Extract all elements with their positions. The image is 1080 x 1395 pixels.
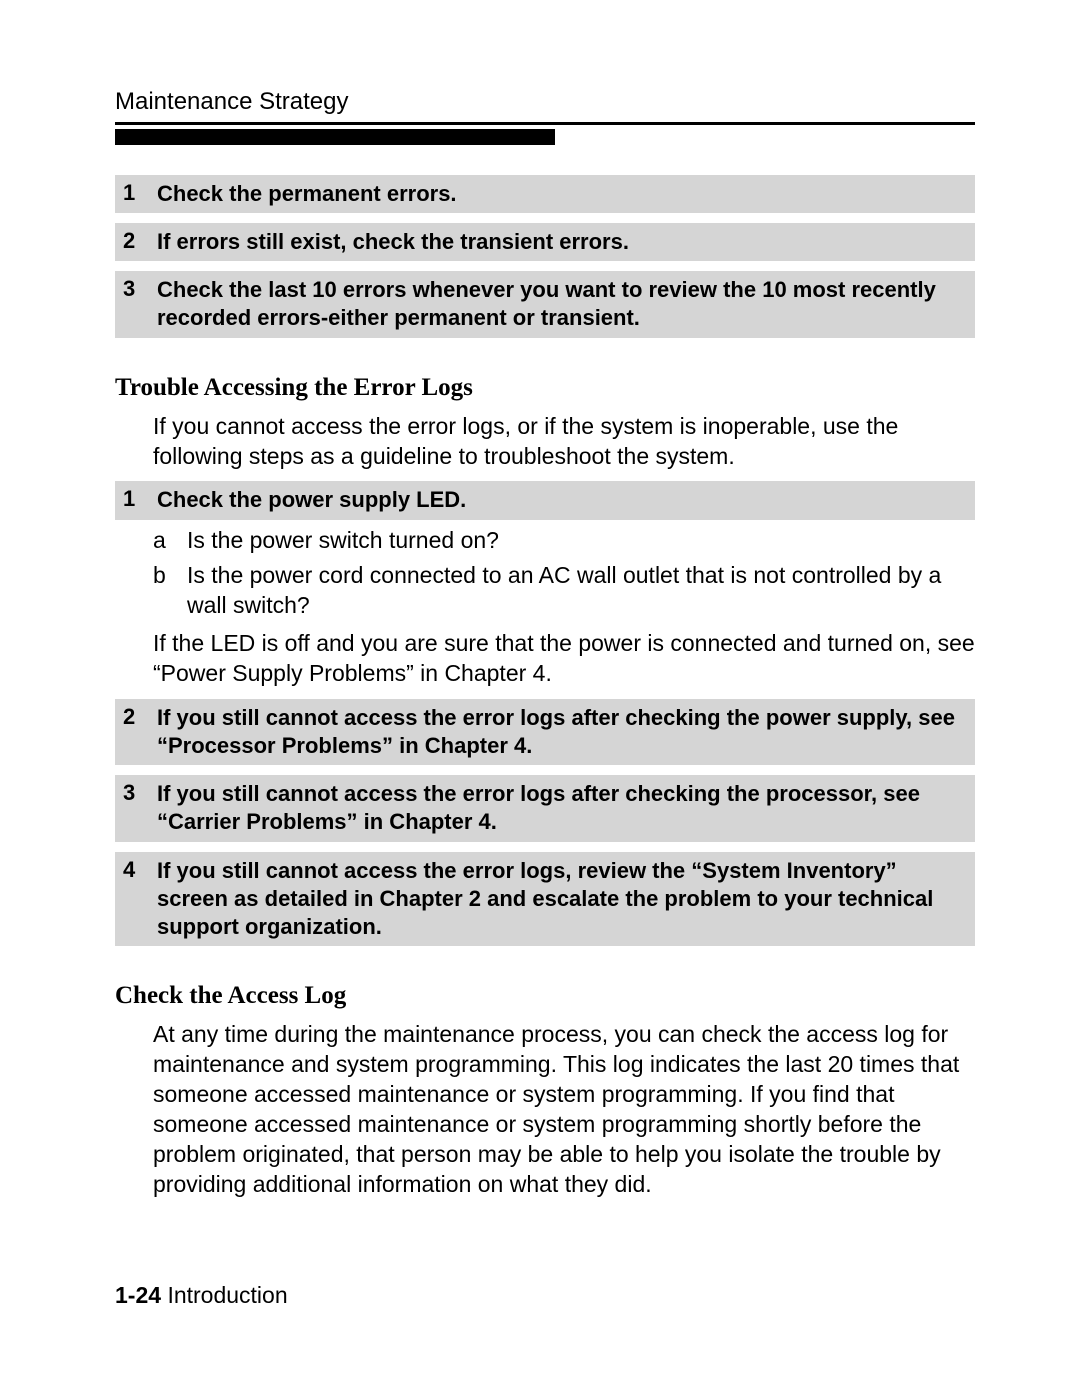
sub-letter: a [153, 526, 187, 556]
page-footer: 1-24 Introduction [115, 1282, 288, 1309]
footer-label: Introduction [167, 1282, 287, 1308]
sub-text: Is the power cord connected to an AC wal… [187, 561, 975, 621]
section1-after-sub: If the LED is off and you are sure that … [153, 629, 975, 689]
step-text: If errors still exist, check the transie… [157, 228, 629, 256]
header-rule [115, 122, 975, 125]
step-number: 2 [123, 704, 157, 730]
step-number: 2 [123, 228, 157, 254]
sub-list: a Is the power switch turned on? b Is th… [153, 526, 975, 622]
step-number: 1 [123, 486, 157, 512]
step-text: If you still cannot access the error log… [157, 704, 967, 760]
top-step-3: 3 Check the last 10 errors whenever you … [115, 271, 975, 337]
page-number: 1-24 [115, 1282, 161, 1308]
top-step-1: 1 Check the permanent errors. [115, 175, 975, 213]
sub-item-a: a Is the power switch turned on? [153, 526, 975, 556]
step-text: Check the permanent errors. [157, 180, 457, 208]
section-heading-trouble: Trouble Accessing the Error Logs [115, 374, 975, 402]
section2-para: At any time during the maintenance proce… [153, 1020, 975, 1199]
section-heading-access-log: Check the Access Log [115, 982, 975, 1010]
step-text: If you still cannot access the error log… [157, 857, 967, 941]
s1-step-4: 4 If you still cannot access the error l… [115, 852, 975, 946]
top-step-2: 2 If errors still exist, check the trans… [115, 223, 975, 261]
running-header: Maintenance Strategy [115, 88, 975, 116]
step-text: Check the last 10 errors whenever you wa… [157, 276, 967, 332]
step-number: 3 [123, 276, 157, 302]
section1-intro: If you cannot access the error logs, or … [153, 412, 975, 472]
step-number: 4 [123, 857, 157, 883]
s1-step-2: 2 If you still cannot access the error l… [115, 699, 975, 765]
header-black-bar [115, 129, 555, 145]
sub-letter: b [153, 561, 187, 591]
sub-item-b: b Is the power cord connected to an AC w… [153, 561, 975, 621]
s1-step-3: 3 If you still cannot access the error l… [115, 775, 975, 841]
step-text: If you still cannot access the error log… [157, 780, 967, 836]
step-text: Check the power supply LED. [157, 486, 466, 514]
sub-text: Is the power switch turned on? [187, 526, 499, 556]
step-number: 3 [123, 780, 157, 806]
s1-step-1: 1 Check the power supply LED. [115, 481, 975, 519]
step-number: 1 [123, 180, 157, 206]
